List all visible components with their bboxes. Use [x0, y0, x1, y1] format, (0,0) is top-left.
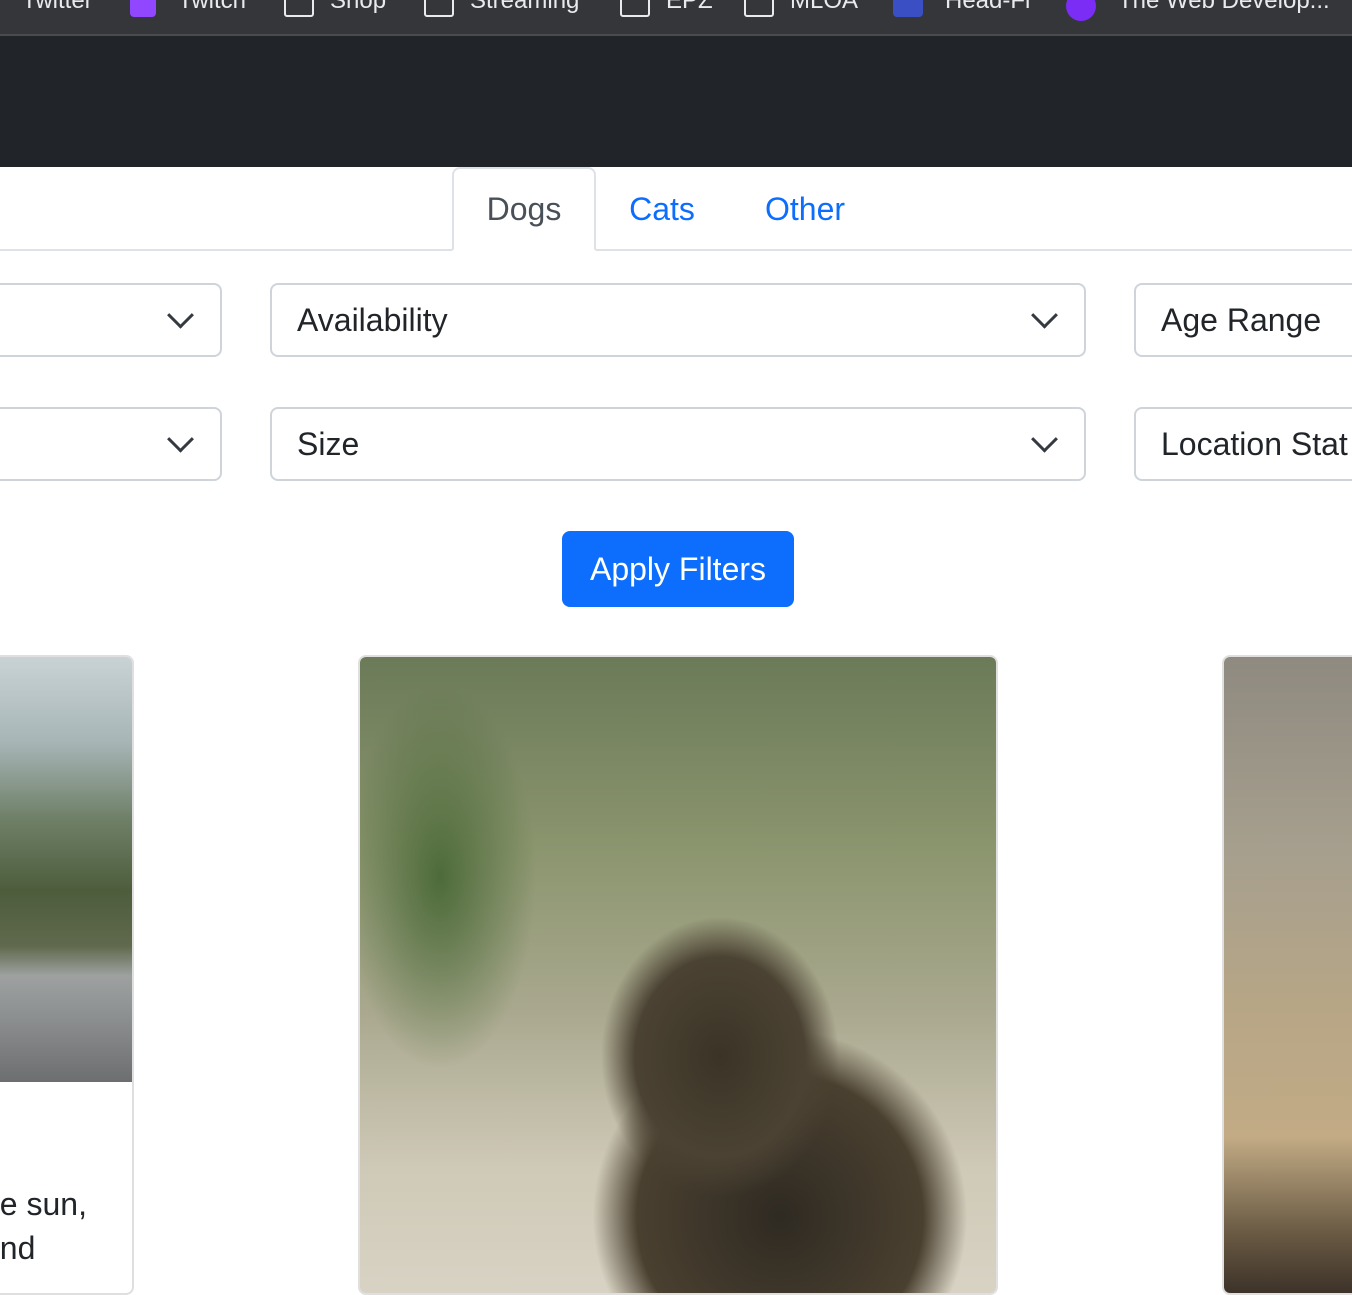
twitch-icon — [130, 0, 156, 17]
tab-other[interactable]: Other — [738, 167, 872, 251]
select-label: Location Stat — [1161, 425, 1348, 462]
bookmark-web-developer[interactable]: The Web Develop... — [1066, 0, 1330, 21]
pet-photo — [0, 657, 132, 1082]
age-range-select[interactable]: Age Range — [1134, 283, 1352, 357]
folder-icon — [620, 0, 650, 17]
location-state-select[interactable]: Location Stat — [1134, 407, 1352, 481]
tab-cats[interactable]: Cats — [604, 167, 720, 251]
tab-label: Cats — [629, 190, 695, 227]
bookmark-label: Shop — [330, 0, 387, 14]
bookmark-epz[interactable]: EPZ — [620, 0, 713, 17]
bookmark-twitter[interactable]: Twitter — [22, 0, 93, 16]
folder-icon — [424, 0, 454, 17]
pet-photo — [360, 657, 996, 1293]
bookmark-mloa[interactable]: MLOA — [744, 0, 859, 17]
chevron-down-icon — [1031, 425, 1058, 453]
web-dev-icon — [1066, 0, 1096, 21]
chevron-down-icon — [167, 301, 194, 329]
tab-dogs[interactable]: Dogs — [452, 167, 596, 251]
bookmark-label: EPZ — [666, 0, 713, 14]
select-label: Availability — [297, 301, 448, 338]
pet-type-tabs: Dogs Cats Other — [0, 167, 1352, 251]
pet-photo — [1224, 657, 1352, 1293]
apply-filters-button[interactable]: Apply Filters — [562, 531, 794, 607]
bookmark-label: MLOA — [790, 0, 859, 14]
bookmark-head-fi[interactable]: Head-Fi — [893, 0, 1031, 17]
bookmark-streaming[interactable]: Streaming — [424, 0, 580, 17]
tab-label: Dogs — [486, 190, 562, 227]
chevron-down-icon — [167, 425, 194, 453]
bookmark-label: Streaming — [470, 0, 580, 14]
bookmark-twitch[interactable]: Twitch — [130, 0, 247, 17]
select-label: Age Range — [1161, 301, 1322, 338]
pet-card[interactable]: he sun, and — [0, 655, 134, 1295]
filter-select-row2-left[interactable] — [0, 407, 222, 481]
size-select[interactable]: Size — [270, 407, 1086, 481]
bookmark-label: Head-Fi — [945, 0, 1031, 14]
bookmarks-bar: Twitter Twitch Shop Streaming EPZ MLOA H… — [0, 0, 1352, 36]
select-label: Size — [297, 425, 360, 462]
navbar — [0, 36, 1352, 167]
bookmark-label: Twitch — [178, 0, 247, 14]
bookmark-label: Twitter — [22, 0, 93, 14]
bookmark-shop[interactable]: Shop — [284, 0, 387, 17]
pet-card-description: he sun, and — [0, 1186, 87, 1266]
pet-card[interactable] — [1222, 655, 1352, 1295]
availability-select[interactable]: Availability — [270, 283, 1086, 357]
filter-select-row1-left[interactable] — [0, 283, 222, 357]
folder-icon — [284, 0, 314, 17]
folder-icon — [744, 0, 774, 17]
pet-card[interactable] — [358, 655, 998, 1295]
head-fi-icon — [893, 0, 923, 17]
bookmark-label: The Web Develop... — [1118, 0, 1330, 14]
chevron-down-icon — [1031, 301, 1058, 329]
tab-label: Other — [764, 190, 846, 227]
